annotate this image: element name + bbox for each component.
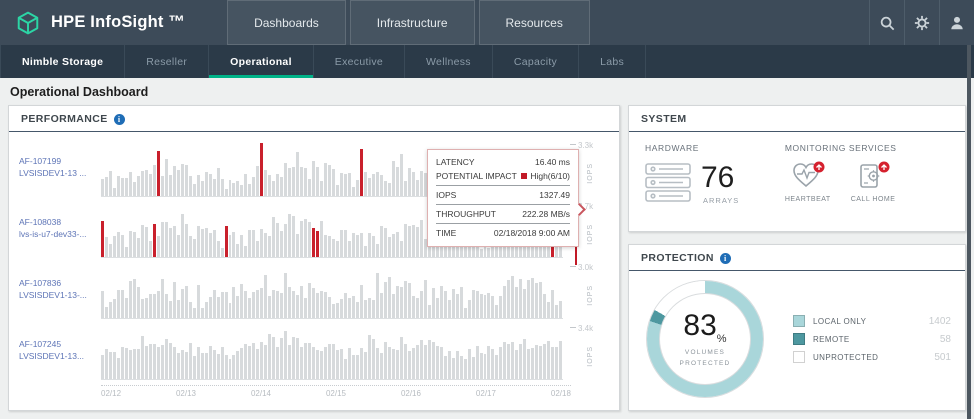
center-label-volumes: VOLUMES: [685, 349, 725, 356]
legend-remote: REMOTE58: [793, 333, 951, 345]
performance-x-axis: 02/12 02/13 02/14 02/15 02/16 02/17 02/18: [101, 385, 571, 398]
iops-sparkline-chart[interactable]: [101, 324, 563, 380]
right-column: SYSTEM HARDWARE: [628, 105, 966, 411]
tab-executive[interactable]: Executive: [314, 45, 405, 78]
center-label-protected: PROTECTED: [680, 360, 731, 367]
system-panel: SYSTEM HARDWARE: [628, 105, 966, 232]
performance-panel-header: PERFORMANCE i: [9, 106, 619, 132]
performance-row-AF-107245: AF-107245LVSISDEV1-13... 3.4kIOPS: [19, 324, 611, 380]
gear-icon: [914, 15, 930, 31]
y-axis: 3.4kIOPS: [563, 324, 611, 380]
performance-tooltip: LATENCY16.40 msPOTENTIAL IMPACTHigh(6/10…: [427, 149, 579, 247]
protection-info-icon[interactable]: i: [720, 253, 731, 264]
array-link[interactable]: AF-107836LVSISDEV1-13-...: [19, 263, 101, 319]
tab-wellness[interactable]: Wellness: [405, 45, 493, 78]
page-title: Operational Dashboard: [0, 78, 974, 105]
brand[interactable]: HPE InfoSight ™: [0, 0, 199, 45]
x-axis-label: 02/15: [326, 389, 346, 398]
dashboard-tabbar: Nimble StorageResellerOperationalExecuti…: [0, 45, 974, 78]
array-link[interactable]: AF-107245LVSISDEV1-13...: [19, 324, 101, 380]
settings-button[interactable]: [904, 0, 939, 45]
search-button[interactable]: [869, 0, 904, 45]
array-link[interactable]: AF-108038lvs-is-u7-dev33-...: [19, 202, 101, 258]
y-axis: 3.0kIOPS: [563, 263, 611, 319]
x-axis-label: 02/18: [551, 389, 571, 398]
top-nav: HPE InfoSight ™ DashboardsInfrastructure…: [0, 0, 974, 45]
nav-spacer: [594, 0, 869, 45]
menu-resources[interactable]: Resources: [479, 0, 590, 45]
protection-body: 83% VOLUMES PROTECTED LOCAL ONLY1402 REMO…: [629, 271, 965, 397]
system-panel-header: SYSTEM: [629, 106, 965, 132]
tab-operational[interactable]: Operational: [209, 45, 314, 78]
search-icon: [879, 15, 895, 31]
system-body: HARDWARE: [629, 132, 965, 205]
system-title: SYSTEM: [641, 113, 687, 125]
monitoring-services-label: MONITORING SERVICES: [785, 143, 949, 153]
protection-title: PROTECTION: [641, 252, 714, 264]
high-impact-marker-icon: [521, 173, 527, 179]
legend-swatch-icon: [793, 351, 805, 363]
tab-reseller[interactable]: Reseller: [125, 45, 209, 78]
protection-panel: PROTECTION i 83% VOLUMES PROTECTED LOCAL…: [628, 244, 966, 411]
x-axis-label: 02/13: [176, 389, 196, 398]
tab-labs[interactable]: Labs: [579, 45, 646, 78]
call-home-icon: [856, 161, 890, 191]
hardware-group[interactable]: HARDWARE: [645, 143, 785, 205]
iops-sparkline-chart[interactable]: [101, 263, 563, 319]
menu-infrastructure[interactable]: Infrastructure: [350, 0, 475, 45]
user-icon: [949, 15, 965, 31]
performance-info-icon[interactable]: i: [114, 114, 125, 125]
protection-panel-header: PROTECTION i: [629, 245, 965, 271]
server-stack-icon: [645, 163, 693, 203]
array-count: 76: [701, 163, 739, 193]
content: PERFORMANCE i AF-107199LVSISDEV1-13 ... 3…: [0, 105, 974, 411]
x-axis-label: 02/12: [101, 389, 121, 398]
protection-legend: LOCAL ONLY1402 REMOTE58 UNPROTECTED501: [793, 309, 951, 369]
service-heartbeat[interactable]: HEARTBEAT: [785, 161, 831, 203]
array-count-unit: ARRAYS: [703, 196, 739, 205]
x-axis-label: 02/17: [476, 389, 496, 398]
user-account-button[interactable]: [939, 0, 974, 45]
tooltip-row-potential-impact: POTENTIAL IMPACTHigh(6/10): [436, 169, 570, 183]
hpe-infosight-logo-icon: [16, 11, 40, 35]
legend-swatch-icon: [793, 333, 805, 345]
main-menu: DashboardsInfrastructureResources: [227, 0, 594, 45]
performance-title: PERFORMANCE: [21, 113, 108, 125]
menu-dashboards[interactable]: Dashboards: [227, 0, 346, 45]
brand-title: HPE InfoSight ™: [51, 13, 185, 32]
array-link[interactable]: AF-107199LVSISDEV1-13 ...: [19, 141, 101, 197]
x-axis-label: 02/16: [401, 389, 421, 398]
heartbeat-icon: [791, 161, 825, 191]
legend-local-only: LOCAL ONLY1402: [793, 315, 951, 327]
protected-percent: 83%: [683, 311, 726, 345]
scrollbar[interactable]: [967, 45, 971, 419]
service-call-home[interactable]: CALL HOME: [851, 161, 896, 203]
tooltip-row-throughput: THROUGHPUT222.28 MB/s: [436, 207, 570, 221]
legend-unprotected: UNPROTECTED501: [793, 351, 951, 363]
performance-panel: PERFORMANCE i AF-107199LVSISDEV1-13 ... 3…: [8, 105, 620, 411]
hardware-label: HARDWARE: [645, 143, 785, 153]
tooltip-row-time: TIME02/18/2018 9:00 AM: [436, 226, 570, 240]
monitoring-services-group: MONITORING SERVICES HEARTBEAT CALL HOME: [785, 143, 949, 205]
tab-capacity[interactable]: Capacity: [493, 45, 579, 78]
tab-nimble-storage[interactable]: Nimble Storage: [0, 45, 125, 78]
performance-row-AF-107836: AF-107836LVSISDEV1-13-... 3.0kIOPS: [19, 263, 611, 319]
volumes-protected-donut-chart[interactable]: 83% VOLUMES PROTECTED: [647, 281, 763, 397]
donut-center: 83% VOLUMES PROTECTED: [660, 294, 750, 384]
legend-swatch-icon: [793, 315, 805, 327]
tooltip-row-iops: IOPS1327.49: [436, 188, 570, 202]
tooltip-row-latency: LATENCY16.40 ms: [436, 155, 570, 169]
x-axis-label: 02/14: [251, 389, 271, 398]
